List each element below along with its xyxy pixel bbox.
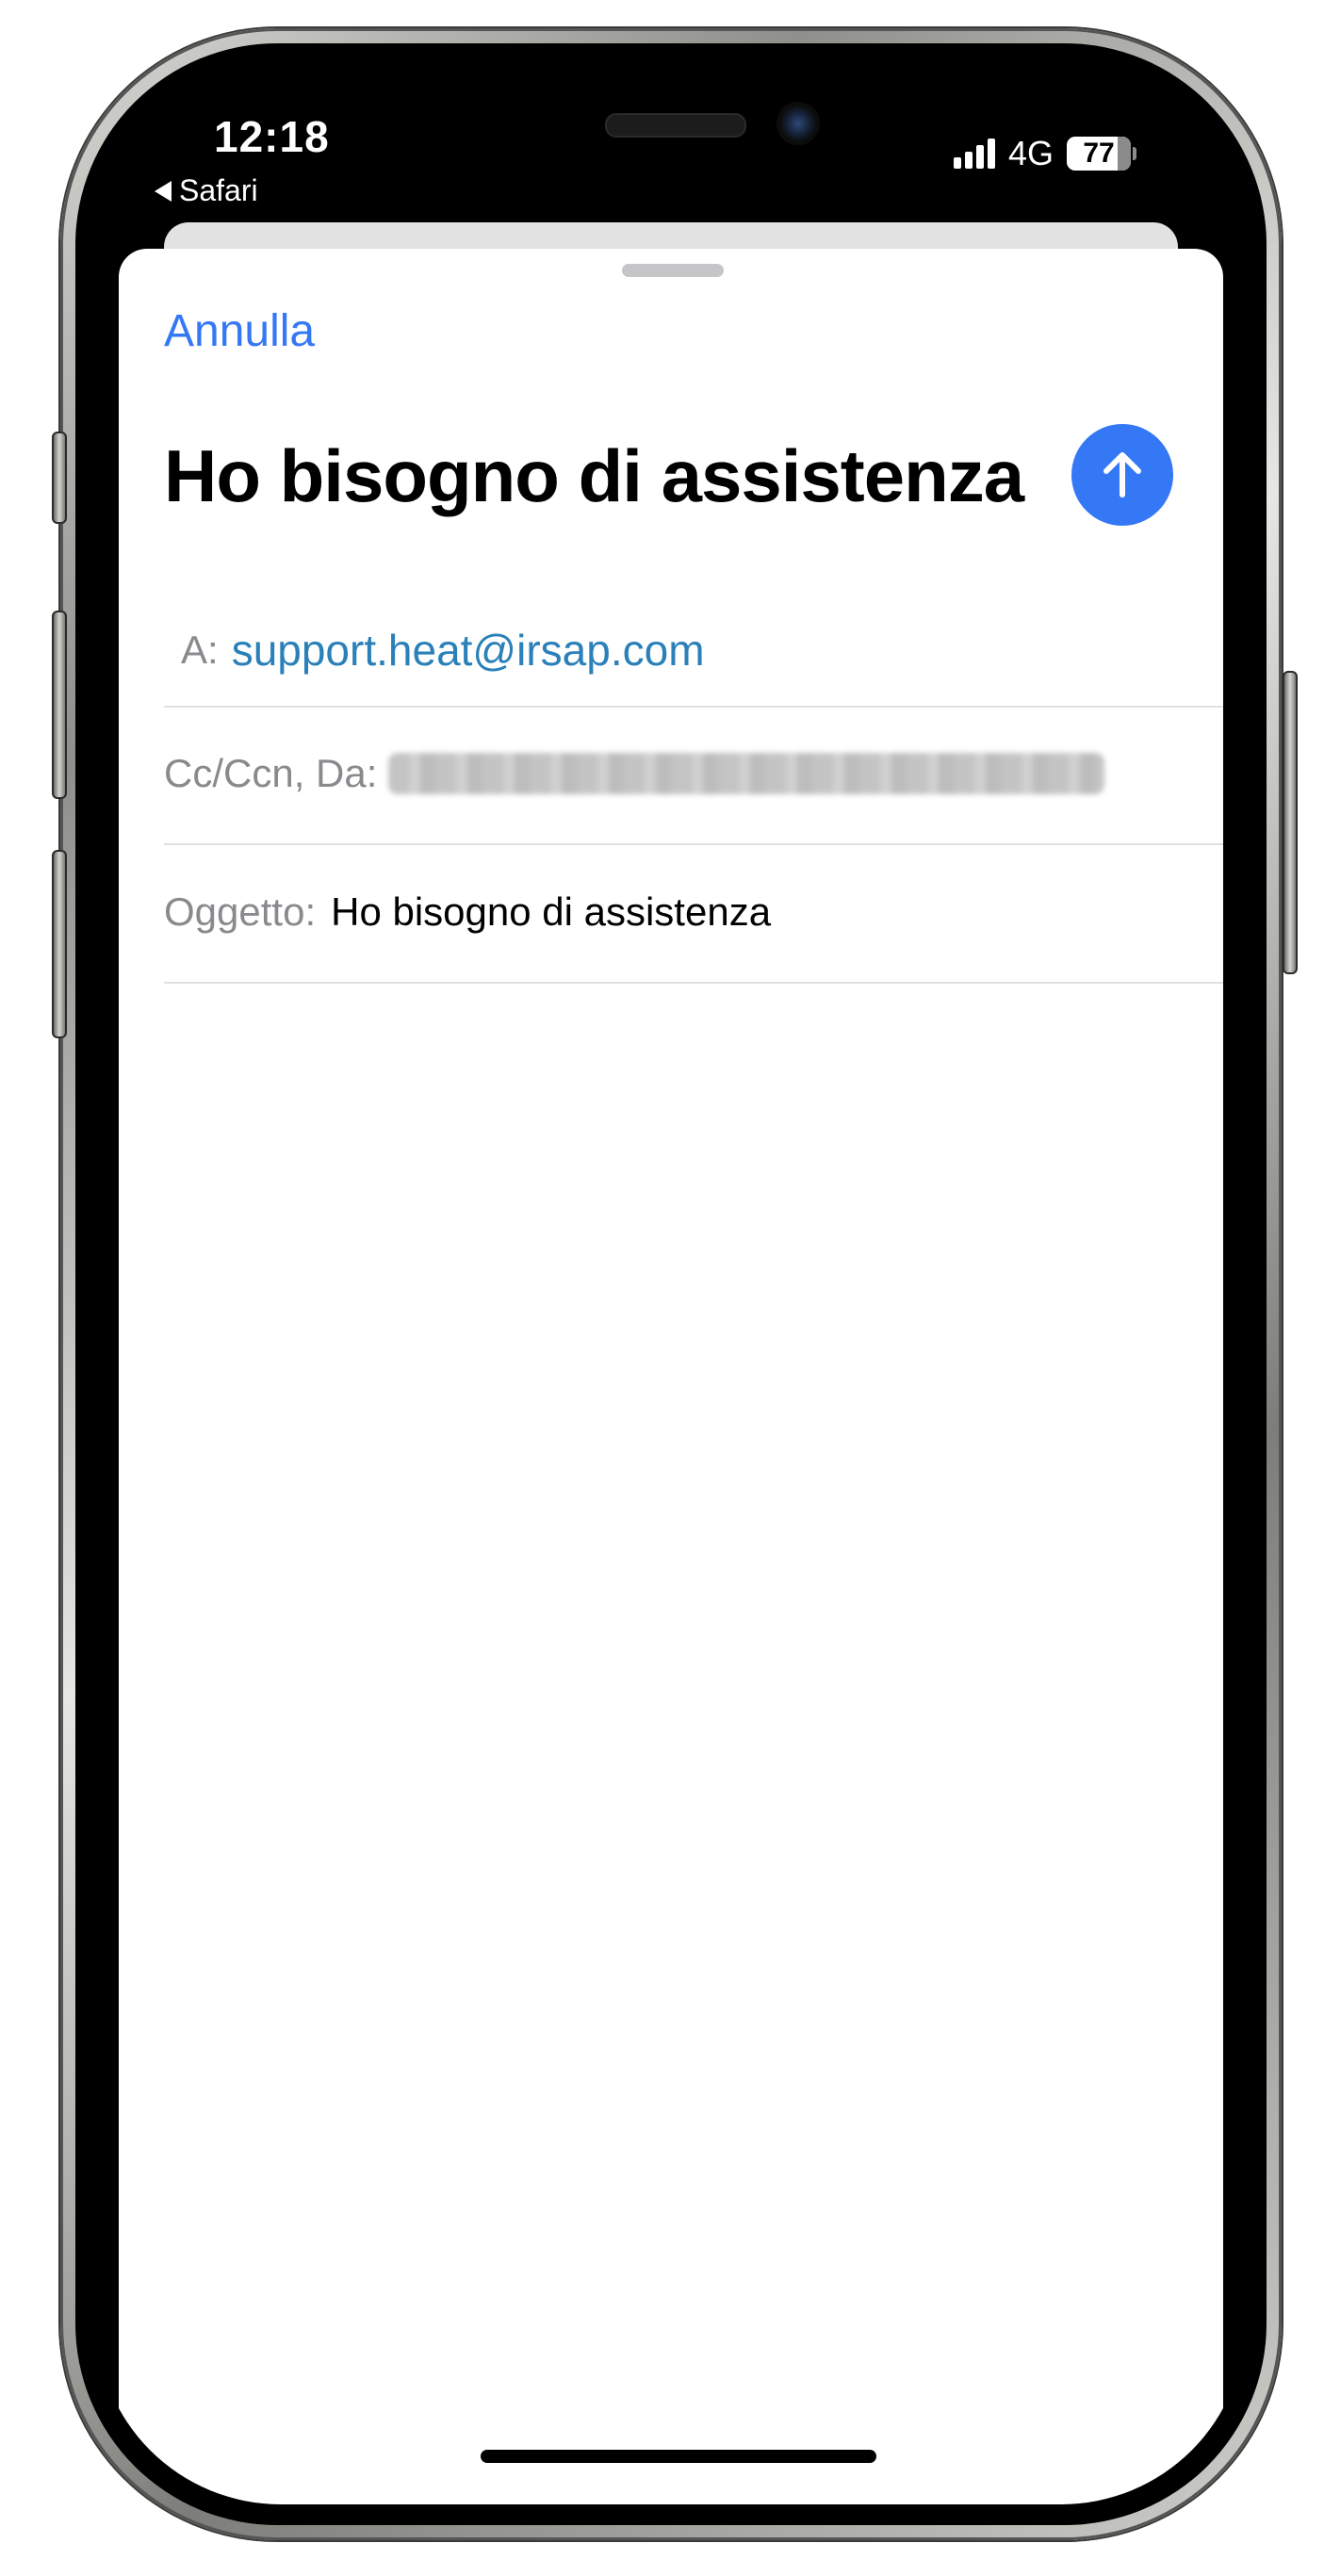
cellular-signal-icon bbox=[953, 139, 995, 169]
cc-label: Cc/Ccn, Da: bbox=[164, 751, 378, 795]
screen: 12:18 Safari 4G 77 Annulla Ho bisogno di… bbox=[96, 64, 1246, 2504]
subject-field[interactable]: Oggetto: Ho bisogno di assistenza bbox=[164, 842, 1223, 982]
network-type: 4G bbox=[1007, 134, 1054, 172]
back-label: Safari bbox=[179, 173, 258, 207]
speaker-grille bbox=[605, 113, 746, 138]
volume-up-button bbox=[52, 611, 67, 799]
to-label: A: bbox=[181, 628, 219, 672]
subject-label: Oggetto: bbox=[164, 889, 317, 934]
device-mockup: 12:18 Safari 4G 77 Annulla Ho bisogno di… bbox=[0, 0, 1324, 2576]
sheet-grabber[interactable] bbox=[622, 264, 724, 277]
front-camera bbox=[776, 102, 820, 145]
battery-icon: 77 bbox=[1067, 137, 1131, 171]
redacted-sender bbox=[388, 753, 1105, 794]
compose-sheet: Annulla Ho bisogno di assistenza A: supp… bbox=[119, 249, 1223, 2504]
home-indicator[interactable] bbox=[481, 2450, 876, 2463]
message-body[interactable] bbox=[164, 1003, 1185, 2429]
divider bbox=[164, 982, 1223, 984]
status-time: 12:18 bbox=[214, 112, 330, 161]
back-to-safari[interactable]: Safari bbox=[155, 173, 258, 208]
power-button bbox=[1283, 671, 1298, 974]
back-triangle-icon bbox=[155, 180, 172, 202]
to-field[interactable]: A: support.heat@irsap.com bbox=[181, 595, 1223, 705]
cc-bcc-from-field[interactable]: Cc/Ccn, Da: bbox=[164, 705, 1223, 842]
status-indicators: 4G 77 bbox=[953, 134, 1136, 173]
recipient-address[interactable]: support.heat@irsap.com bbox=[232, 625, 705, 676]
mute-switch bbox=[52, 432, 67, 524]
battery-level: 77 bbox=[1083, 138, 1115, 169]
cancel-button[interactable]: Annulla bbox=[164, 305, 315, 357]
battery-nub bbox=[1133, 147, 1136, 160]
subject-input[interactable]: Ho bisogno di assistenza bbox=[331, 889, 771, 935]
volume-down-button bbox=[52, 850, 67, 1038]
compose-title: Ho bisogno di assistenza bbox=[164, 434, 1024, 517]
arrow-up-icon bbox=[1103, 452, 1141, 497]
send-button[interactable] bbox=[1071, 424, 1173, 526]
